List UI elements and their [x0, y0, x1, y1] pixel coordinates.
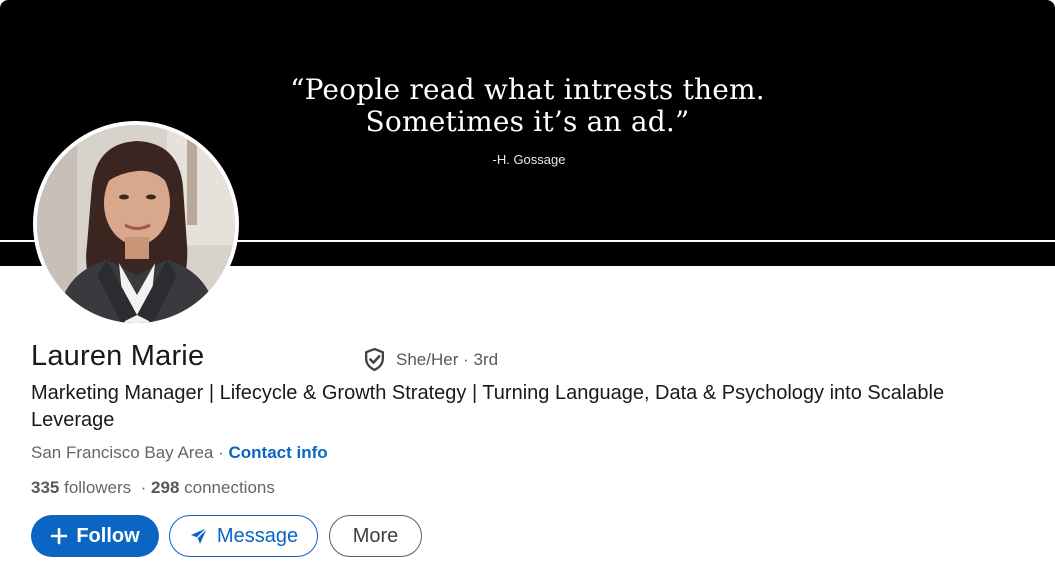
banner-quote-line-1: “People read what intrests them.	[290, 73, 765, 106]
location-separator: ·	[213, 443, 229, 462]
message-button[interactable]: Message	[169, 515, 318, 557]
connection-degree: · 3rd	[463, 350, 499, 369]
more-button[interactable]: More	[329, 515, 422, 557]
profile-avatar[interactable]	[33, 121, 239, 327]
plus-icon	[50, 527, 68, 545]
network-stats: 335 followers · 298 connections	[31, 478, 275, 498]
location-row: San Francisco Bay Area · Contact info	[31, 443, 328, 463]
profile-card: “People read what intrests them. Sometim…	[0, 0, 1055, 572]
pronouns-and-degree: She/Her · 3rd	[396, 350, 498, 370]
message-label: Message	[216, 524, 299, 547]
followers-stat[interactable]: 335 followers	[31, 478, 131, 497]
contact-info-link[interactable]: Contact info	[228, 443, 327, 462]
follow-label: Follow	[76, 524, 140, 547]
followers-count: 335	[31, 478, 60, 497]
shield-check-icon[interactable]	[362, 347, 387, 372]
profile-headline: Marketing Manager | Lifecycle & Growth S…	[31, 382, 945, 431]
profile-name: Lauren Marie	[31, 340, 205, 372]
follow-button[interactable]: Follow	[31, 515, 159, 557]
banner-quote-author: -H. Gossage	[492, 152, 566, 167]
pronouns: She/Her	[396, 350, 459, 369]
connections-stat[interactable]: 298 connections	[151, 478, 275, 497]
banner-quote: “People read what intrests them. Sometim…	[200, 74, 855, 138]
more-label: More	[352, 524, 399, 547]
connections-label: connections	[179, 478, 275, 497]
paper-plane-icon	[189, 526, 209, 546]
avatar-photo	[37, 125, 235, 323]
stats-separator: ·	[131, 478, 152, 497]
followers-label: followers	[59, 478, 132, 497]
connections-count: 298	[151, 478, 180, 497]
banner-quote-line-2: Sometimes it’s an ad.”	[365, 105, 690, 138]
profile-location: San Francisco Bay Area	[31, 443, 214, 462]
